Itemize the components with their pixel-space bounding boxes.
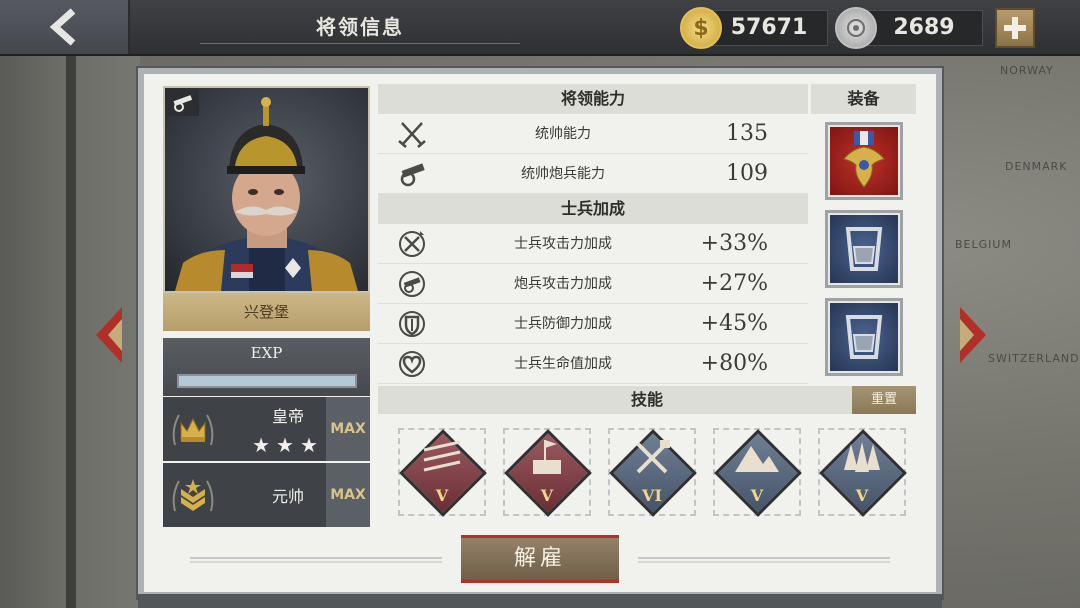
armor-plate-icon (845, 315, 883, 359)
general-portrait-image (175, 97, 358, 291)
armor-plate-icon (845, 227, 883, 271)
map-label-belgium: BELGIUM (955, 238, 1012, 251)
map-stripe (66, 56, 76, 608)
medal-face-icon (847, 19, 865, 37)
cannon-badge-icon (173, 95, 193, 112)
forest-icon (844, 442, 880, 472)
bonus-value: +33% (700, 231, 768, 256)
skill-level: V (750, 486, 764, 505)
skill-level: VI (642, 486, 662, 505)
military-rank-max-badge: MAX (326, 463, 370, 527)
medal-counter: 2689 (865, 10, 983, 46)
skills-header: 技能 (378, 386, 916, 414)
chevron-left-icon (49, 8, 76, 46)
ability-value: 135 (726, 121, 768, 146)
bonus-row-health: 士兵生命值加成 +80% (378, 344, 808, 384)
eagle-medal-icon (843, 131, 885, 188)
abilities-header: 将领能力 (378, 84, 808, 114)
heart-up-icon (399, 351, 425, 377)
panel-shadow (138, 594, 942, 608)
skill-level: V (855, 486, 869, 505)
silver-medal-icon (835, 7, 877, 49)
exp-progress-bar (177, 374, 357, 388)
artillery-class-badge (167, 90, 199, 116)
page-title: 将领信息 (200, 10, 520, 44)
bonuses-header: 士兵加成 (378, 194, 808, 224)
equipment-panel: 装备 (811, 84, 916, 384)
equipment-slot-medal[interactable] (825, 122, 903, 200)
exp-box: EXP (163, 338, 370, 396)
map-label-norway: NORWAY (1000, 64, 1054, 77)
cannon-icon (400, 163, 425, 187)
dismiss-general-button[interactable]: 解雇 (461, 535, 619, 583)
reset-skills-button[interactable]: 重置 (852, 386, 916, 414)
map-label-switzerland: SWITZERLAND (988, 352, 1080, 365)
next-general-arrow[interactable] (956, 305, 990, 365)
stats-panel: 将领能力 统帅能力 135 统帅炮兵能力 109 士兵加成 士兵攻击力加成 +3… (378, 84, 808, 384)
ability-row-artillery: 统帅炮兵能力 109 (378, 154, 808, 194)
bonus-value: +27% (700, 271, 768, 296)
bonus-label: 炮兵攻击力加成 (514, 276, 612, 292)
artillery-up-icon (399, 271, 425, 297)
exp-label: EXP (250, 344, 283, 362)
bonus-row-defense: 士兵防御力加成 +45% (378, 304, 808, 344)
fortress-flag-icon (533, 440, 561, 474)
skill-level: V (435, 486, 449, 505)
bonus-value: +45% (700, 311, 768, 336)
top-bar: 将领信息 57671 $ 2689 (0, 0, 1080, 56)
bonus-row-artillery-attack: 炮兵攻击力加成 +27% (378, 264, 808, 304)
bonus-label: 士兵生命值加成 (514, 356, 612, 372)
equipment-slot-armor-1[interactable] (825, 210, 903, 288)
bonus-row-attack: 士兵攻击力加成 +33% (378, 224, 808, 264)
title-rank-max-badge: MAX (326, 397, 370, 461)
equipment-slot-armor-2[interactable] (825, 298, 903, 376)
crossed-swords-icon (398, 122, 426, 148)
skill-slot-2[interactable]: V (503, 428, 592, 517)
crown-icon (172, 414, 214, 446)
equipment-header: 装备 (811, 84, 916, 114)
skill-slot-5[interactable]: V (818, 428, 907, 517)
plus-icon (1004, 17, 1026, 39)
previous-general-arrow[interactable] (92, 305, 126, 365)
bonus-label: 士兵攻击力加成 (514, 236, 612, 252)
skills-panel: V V VI V V (378, 414, 916, 526)
add-currency-button[interactable] (995, 8, 1035, 48)
ability-row-command: 统帅能力 135 (378, 114, 808, 154)
bonus-value: +80% (700, 351, 768, 376)
skill-slot-1[interactable]: V (398, 428, 487, 517)
divider-right (638, 557, 890, 563)
skill-slot-3[interactable]: VI (608, 428, 697, 517)
exp-progress-fill (179, 376, 355, 386)
skill-level: V (540, 486, 554, 505)
ability-value: 109 (726, 161, 768, 186)
general-name: 兴登堡 (163, 293, 370, 331)
shield-up-icon (399, 311, 425, 337)
attack-up-icon (399, 231, 425, 257)
mountains-icon (735, 446, 779, 472)
back-button[interactable] (0, 0, 130, 54)
gold-coin-icon: $ (680, 7, 722, 49)
divider-left (190, 557, 442, 563)
skill-slot-4[interactable]: V (713, 428, 802, 517)
ability-label: 统帅能力 (535, 126, 591, 142)
title-rank-row: 皇帝 ★★★ MAX (163, 397, 370, 461)
gold-counter: 57671 (710, 10, 828, 46)
crossed-tools-icon (636, 440, 670, 474)
ability-label: 统帅炮兵能力 (521, 166, 605, 182)
arrows-volley-icon (423, 440, 461, 472)
map-label-denmark: DENMARK (1005, 160, 1068, 173)
bonus-label: 士兵防御力加成 (514, 316, 612, 332)
military-rank-row: 元帅 MAX (163, 463, 370, 527)
marshal-insignia-icon (172, 479, 214, 512)
general-portrait (163, 86, 370, 293)
